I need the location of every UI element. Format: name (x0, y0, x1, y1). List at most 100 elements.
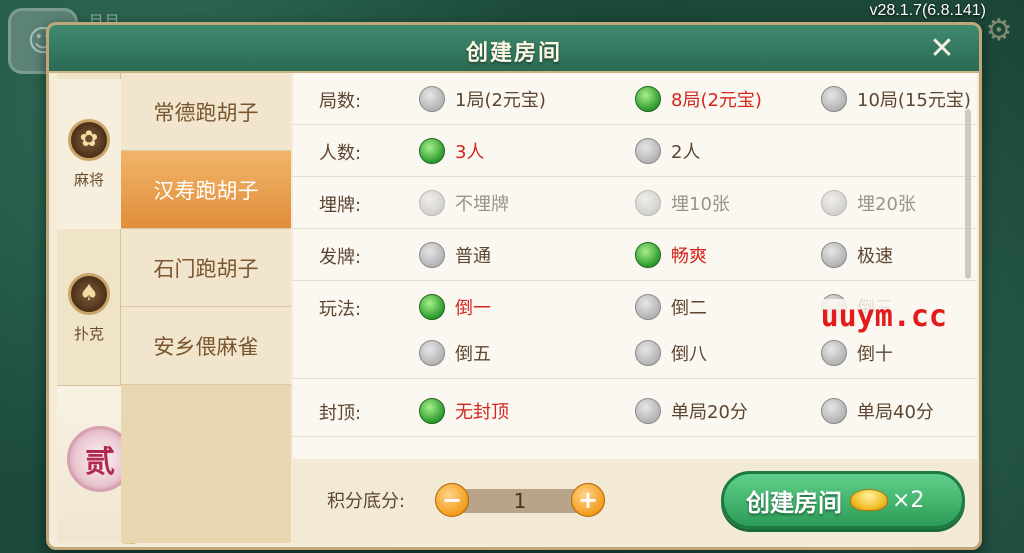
option-row-cap: 封顶: 无封顶 单局20分 单局40分 (293, 385, 977, 437)
radio-option[interactable]: 10局(15元宝) (821, 85, 971, 113)
radio-checked-icon (419, 398, 445, 424)
option-text: 倒五 (455, 344, 491, 365)
radio-icon (635, 138, 661, 164)
category-label: 扑克 (73, 324, 104, 343)
game-list: 常德跑胡子 汉寿跑胡子 石门跑胡子 安乡偎麻雀 (121, 73, 291, 385)
gear-icon[interactable]: ⚙ (982, 14, 1016, 48)
cost-label: ×2 (892, 487, 925, 513)
radio-checked-icon (419, 138, 445, 164)
option-text: 普通 (455, 246, 491, 267)
option-text: 10局(15元宝) (857, 90, 971, 111)
radio-option-disabled: 埋20张 (821, 189, 916, 217)
option-row-bury: 埋牌: 不埋牌 埋10张 埋20张 (293, 177, 977, 229)
radio-icon (635, 294, 661, 320)
radio-option[interactable]: 极速 (821, 241, 893, 269)
minus-button[interactable]: − (435, 483, 469, 517)
radio-icon (821, 242, 847, 268)
option-text: 8局(2元宝) (671, 90, 762, 111)
close-icon[interactable]: ✕ (927, 34, 957, 65)
game-list-background (121, 385, 291, 543)
option-text: 倒十 (857, 344, 893, 365)
radio-icon (821, 398, 847, 424)
base-score-stepper: 1 − + (435, 481, 605, 519)
option-label: 局数: (319, 91, 362, 112)
radio-icon (419, 190, 445, 216)
radio-option-selected[interactable]: 畅爽 (635, 241, 707, 269)
option-row-players: 人数: 3人 2人 (293, 125, 977, 177)
footer-bar: 积分底分: 1 − + 创建房间 ×2 (293, 459, 977, 543)
radio-icon (821, 86, 847, 112)
base-score-value: 1 (453, 489, 587, 513)
radio-option[interactable]: 倒八 (635, 339, 707, 367)
radio-checked-icon (635, 86, 661, 112)
option-text: 倒一 (455, 298, 491, 319)
radio-option[interactable]: 普通 (419, 241, 491, 269)
option-text: 畅爽 (671, 246, 707, 267)
radio-option[interactable]: 倒二 (635, 293, 707, 321)
option-text: 3人 (455, 142, 485, 163)
radio-icon (635, 190, 661, 216)
dialog-title: 创建房间 (465, 41, 562, 66)
option-row-deal: 发牌: 普通 畅爽 极速 (293, 229, 977, 281)
radio-icon (821, 190, 847, 216)
option-text: 2人 (671, 142, 701, 163)
radio-option[interactable]: 倒五 (419, 339, 491, 367)
radio-option-selected[interactable]: 无封顶 (419, 397, 509, 425)
radio-option[interactable]: 单局40分 (821, 397, 934, 425)
game-item[interactable]: 安乡偎麻雀 (121, 307, 291, 385)
base-score-label: 积分底分: (327, 491, 406, 512)
radio-option-selected[interactable]: 8局(2元宝) (635, 85, 762, 113)
plus-button[interactable]: + (571, 483, 605, 517)
option-text: 极速 (857, 246, 893, 267)
options-panel: 局数: 1局(2元宝) 8局(2元宝) 10局(15元宝) 人数: 3人 2人 … (293, 73, 977, 459)
option-label: 埋牌: (319, 195, 362, 216)
option-text: 不埋牌 (455, 194, 509, 215)
option-row-play-2: 倒五 倒八 倒十 (293, 327, 977, 379)
radio-option-disabled: 埋10张 (635, 189, 730, 217)
option-text: 埋20张 (857, 194, 916, 215)
radio-icon (635, 340, 661, 366)
game-item[interactable]: 石门跑胡子 (121, 229, 291, 307)
radio-option[interactable]: 单局20分 (635, 397, 748, 425)
category-poker[interactable]: ♠ 扑克 (57, 233, 121, 383)
option-label: 人数: (319, 143, 362, 164)
category-mahjong[interactable]: ✿ 麻将 (57, 79, 121, 229)
game-item-selected[interactable]: 汉寿跑胡子 (121, 151, 291, 229)
radio-icon (821, 340, 847, 366)
spade-icon: ♠ (68, 272, 110, 315)
mahjong-icon: ✿ (68, 118, 110, 161)
radio-icon (419, 242, 445, 268)
game-item[interactable]: 常德跑胡子 (121, 73, 291, 151)
radio-option-selected[interactable]: 倒一 (419, 293, 491, 321)
radio-option[interactable]: 1局(2元宝) (419, 85, 546, 113)
radio-checked-icon (419, 294, 445, 320)
option-row-rounds: 局数: 1局(2元宝) 8局(2元宝) 10局(15元宝) (293, 73, 977, 125)
option-text: 单局40分 (857, 402, 934, 423)
option-text: 埋10张 (671, 194, 730, 215)
radio-icon (635, 398, 661, 424)
create-room-dialog: 创建房间 ✕ ✿ 麻将 ♠ 扑克 贰 常德跑胡子 汉寿跑胡子 石门跑胡子 安乡偎… (46, 22, 982, 550)
radio-option[interactable]: 倒十 (821, 339, 893, 367)
radio-option-disabled: 不埋牌 (419, 189, 509, 217)
watermark: uuym.cc (814, 299, 953, 334)
option-label: 玩法: (319, 299, 362, 320)
radio-icon (419, 340, 445, 366)
option-text: 倒二 (671, 298, 707, 319)
radio-icon (419, 86, 445, 112)
option-text: 单局20分 (671, 402, 748, 423)
option-text: 1局(2元宝) (455, 90, 546, 111)
category-label: 麻将 (73, 170, 104, 189)
radio-option-selected[interactable]: 3人 (419, 137, 484, 165)
radio-option[interactable]: 2人 (635, 137, 700, 165)
options-scrollbar[interactable] (965, 109, 971, 279)
option-label: 发牌: (319, 247, 362, 268)
create-room-button[interactable]: 创建房间 ×2 (721, 471, 965, 529)
option-text: 倒八 (671, 344, 707, 365)
version-label: v28.1.7(6.8.141) (869, 2, 986, 19)
radio-checked-icon (635, 242, 661, 268)
option-text: 无封顶 (455, 402, 509, 423)
dialog-header: 创建房间 ✕ (49, 25, 979, 73)
gold-ingot-icon (850, 489, 888, 511)
create-room-label: 创建房间 (746, 488, 842, 517)
option-label: 封顶: (319, 403, 362, 424)
